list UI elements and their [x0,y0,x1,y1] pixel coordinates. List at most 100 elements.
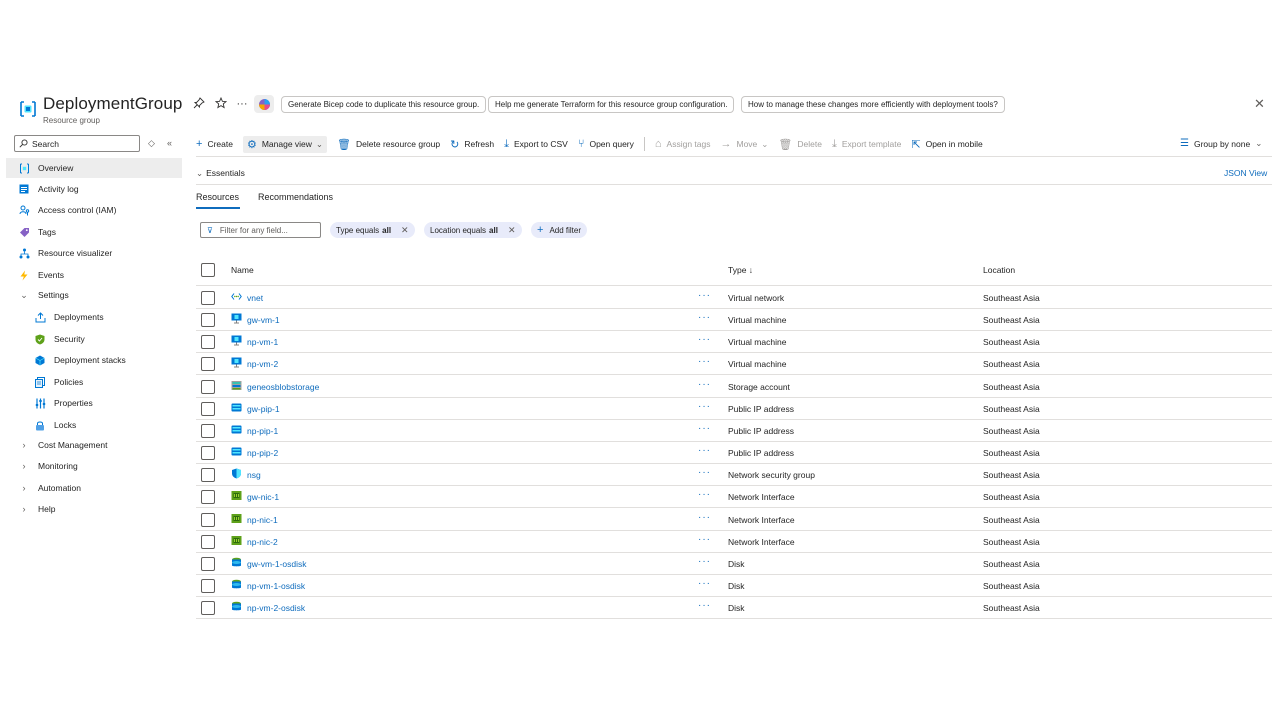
row-more-options-icon[interactable]: ··· [698,445,711,456]
row-more-options-icon[interactable]: ··· [698,379,711,390]
refresh-button[interactable]: ↻ Refresh [450,138,494,151]
close-icon[interactable]: ✕ [1254,96,1265,112]
tab-recommendations[interactable]: Recommendations [258,192,333,202]
resource-name-link[interactable]: vnet [247,293,263,303]
row-checkbox[interactable] [201,601,215,616]
delete-resource-group-button[interactable]: 🗑 Delete resource group [337,138,440,151]
essentials-toggle[interactable]: ⌄ Essentials [196,168,245,179]
open-in-mobile-button[interactable]: ⇱ Open in mobile [911,138,982,151]
pin-icon[interactable] [193,97,207,111]
row-more-options-icon[interactable]: ··· [698,467,711,478]
sidebar-item-overview[interactable]: Overview [6,158,182,178]
resource-name-link[interactable]: nsg [247,470,261,480]
row-checkbox[interactable] [201,468,215,483]
copilot-icon[interactable] [254,95,274,113]
column-header-name[interactable]: Name [231,265,254,275]
manage-view-button[interactable]: ⚙ Manage view ⌄ [242,135,328,153]
export-template-button[interactable]: ⤓ Export template [832,138,901,151]
row-checkbox[interactable] [201,291,215,305]
resource-name-link[interactable]: np-pip-2 [247,448,278,458]
row-more-options-icon[interactable]: ··· [698,356,711,367]
row-checkbox[interactable] [201,556,215,571]
select-all-checkbox[interactable] [201,263,215,277]
group-by-dropdown[interactable]: ☰ Group by none ⌄ [1180,138,1262,149]
type-filter-chip[interactable]: Type equals all ✕ [330,222,415,238]
row-checkbox[interactable] [201,490,215,505]
resource-name-link[interactable]: np-vm-1-osdisk [247,581,305,591]
open-query-label: Open query [589,139,634,149]
sidebar-item-policies[interactable]: Policies [6,372,182,392]
suggestion-deployment-tools-button[interactable]: How to manage these changes more efficie… [741,96,1005,113]
suggestion-bicep-button[interactable]: Generate Bicep code to duplicate this re… [281,96,487,113]
resource-name-link[interactable]: np-vm-2 [247,359,278,369]
sidebar-item-iam[interactable]: Access control (IAM) [6,200,182,220]
row-checkbox[interactable] [201,423,215,438]
sidebar-item-deployment-stacks[interactable]: Deployment stacks [6,350,182,370]
resource-name-link[interactable]: geneosblobstorage [247,382,319,392]
delete-button[interactable]: 🗑 Delete [778,138,822,151]
row-more-options-icon[interactable]: ··· [698,534,711,545]
row-checkbox[interactable] [201,313,215,328]
resource-name-link[interactable]: np-vm-1 [247,337,278,347]
row-checkbox[interactable] [201,335,215,350]
resource-name-link[interactable]: np-pip-1 [247,426,278,436]
row-checkbox[interactable] [201,446,215,461]
resource-name-link[interactable]: gw-pip-1 [247,404,280,414]
resource-name-link[interactable]: np-vm-2-osdisk [247,603,305,613]
column-header-location[interactable]: Location [983,265,1015,275]
open-query-button[interactable]: ⑂ Open query [578,138,634,150]
assign-tags-button[interactable]: ⌂ Assign tags [655,138,711,150]
sidebar-item-activity-log[interactable]: Activity log [6,179,182,199]
move-button[interactable]: → Move ⌄ [720,138,768,150]
sidebar-item-monitoring[interactable]: › Monitoring [6,456,182,476]
resource-name-link[interactable]: gw-vm-1-osdisk [247,559,307,569]
resource-name-link[interactable]: gw-vm-1 [247,315,280,325]
resource-name-link[interactable]: np-nic-2 [247,537,278,547]
sidebar-item-settings[interactable]: ⌄ Settings [6,285,182,305]
close-icon[interactable]: ✕ [401,225,409,236]
create-button[interactable]: + Create [196,138,233,150]
row-more-options-icon[interactable]: ··· [698,578,711,589]
tab-resources[interactable]: Resources [196,192,239,202]
sidebar-item-properties[interactable]: Properties [6,393,182,413]
column-header-type[interactable]: Type ↓ [728,265,753,275]
json-view-link[interactable]: JSON View [1224,168,1267,178]
add-filter-button[interactable]: + Add filter [531,222,588,238]
row-more-options-icon[interactable]: ··· [698,489,711,500]
location-filter-chip[interactable]: Location equals all ✕ [424,222,522,238]
row-more-options-icon[interactable]: ··· [698,401,711,412]
row-more-options-icon[interactable]: ··· [698,334,711,345]
sidebar-item-locks[interactable]: Locks [6,415,182,435]
row-checkbox[interactable] [201,534,215,549]
star-icon[interactable] [215,97,229,111]
collapse-sidebar-icon[interactable]: « [167,138,172,148]
sidebar-item-resource-visualizer[interactable]: Resource visualizer [6,243,182,263]
row-more-options-icon[interactable]: ··· [698,423,711,434]
row-checkbox[interactable] [201,578,215,593]
sidebar-item-deployments[interactable]: Deployments [6,307,182,327]
row-more-options-icon[interactable]: ··· [698,290,711,301]
row-more-options-icon[interactable]: ··· [698,600,711,611]
sidebar-search-input[interactable]: Search [14,135,140,152]
row-checkbox[interactable] [201,379,215,394]
sidebar-item-events[interactable]: Events [6,265,182,285]
more-options-icon[interactable]: ··· [235,97,249,111]
row-more-options-icon[interactable]: ··· [698,556,711,567]
sidebar-item-cost-management[interactable]: › Cost Management [6,435,182,455]
resource-name-link[interactable]: gw-nic-1 [247,492,279,502]
sidebar-item-automation[interactable]: › Automation [6,478,182,498]
suggestion-terraform-button[interactable]: Help me generate Terraform for this reso… [488,96,735,113]
row-more-options-icon[interactable]: ··· [698,512,711,523]
sidebar-item-security[interactable]: Security [6,329,182,349]
filter-input[interactable]: ⊽ Filter for any field... [200,222,321,238]
resource-name-link[interactable]: np-nic-1 [247,515,278,525]
row-checkbox[interactable] [201,357,215,372]
sidebar-settings-icon[interactable]: ◇ [148,138,155,149]
sidebar-item-help[interactable]: › Help [6,499,182,519]
close-icon[interactable]: ✕ [508,225,516,236]
sidebar-item-tags[interactable]: Tags [6,222,182,242]
row-more-options-icon[interactable]: ··· [698,312,711,323]
row-checkbox[interactable] [201,512,215,527]
export-csv-button[interactable]: ⤓ Export to CSV [504,138,568,151]
row-checkbox[interactable] [201,401,215,416]
